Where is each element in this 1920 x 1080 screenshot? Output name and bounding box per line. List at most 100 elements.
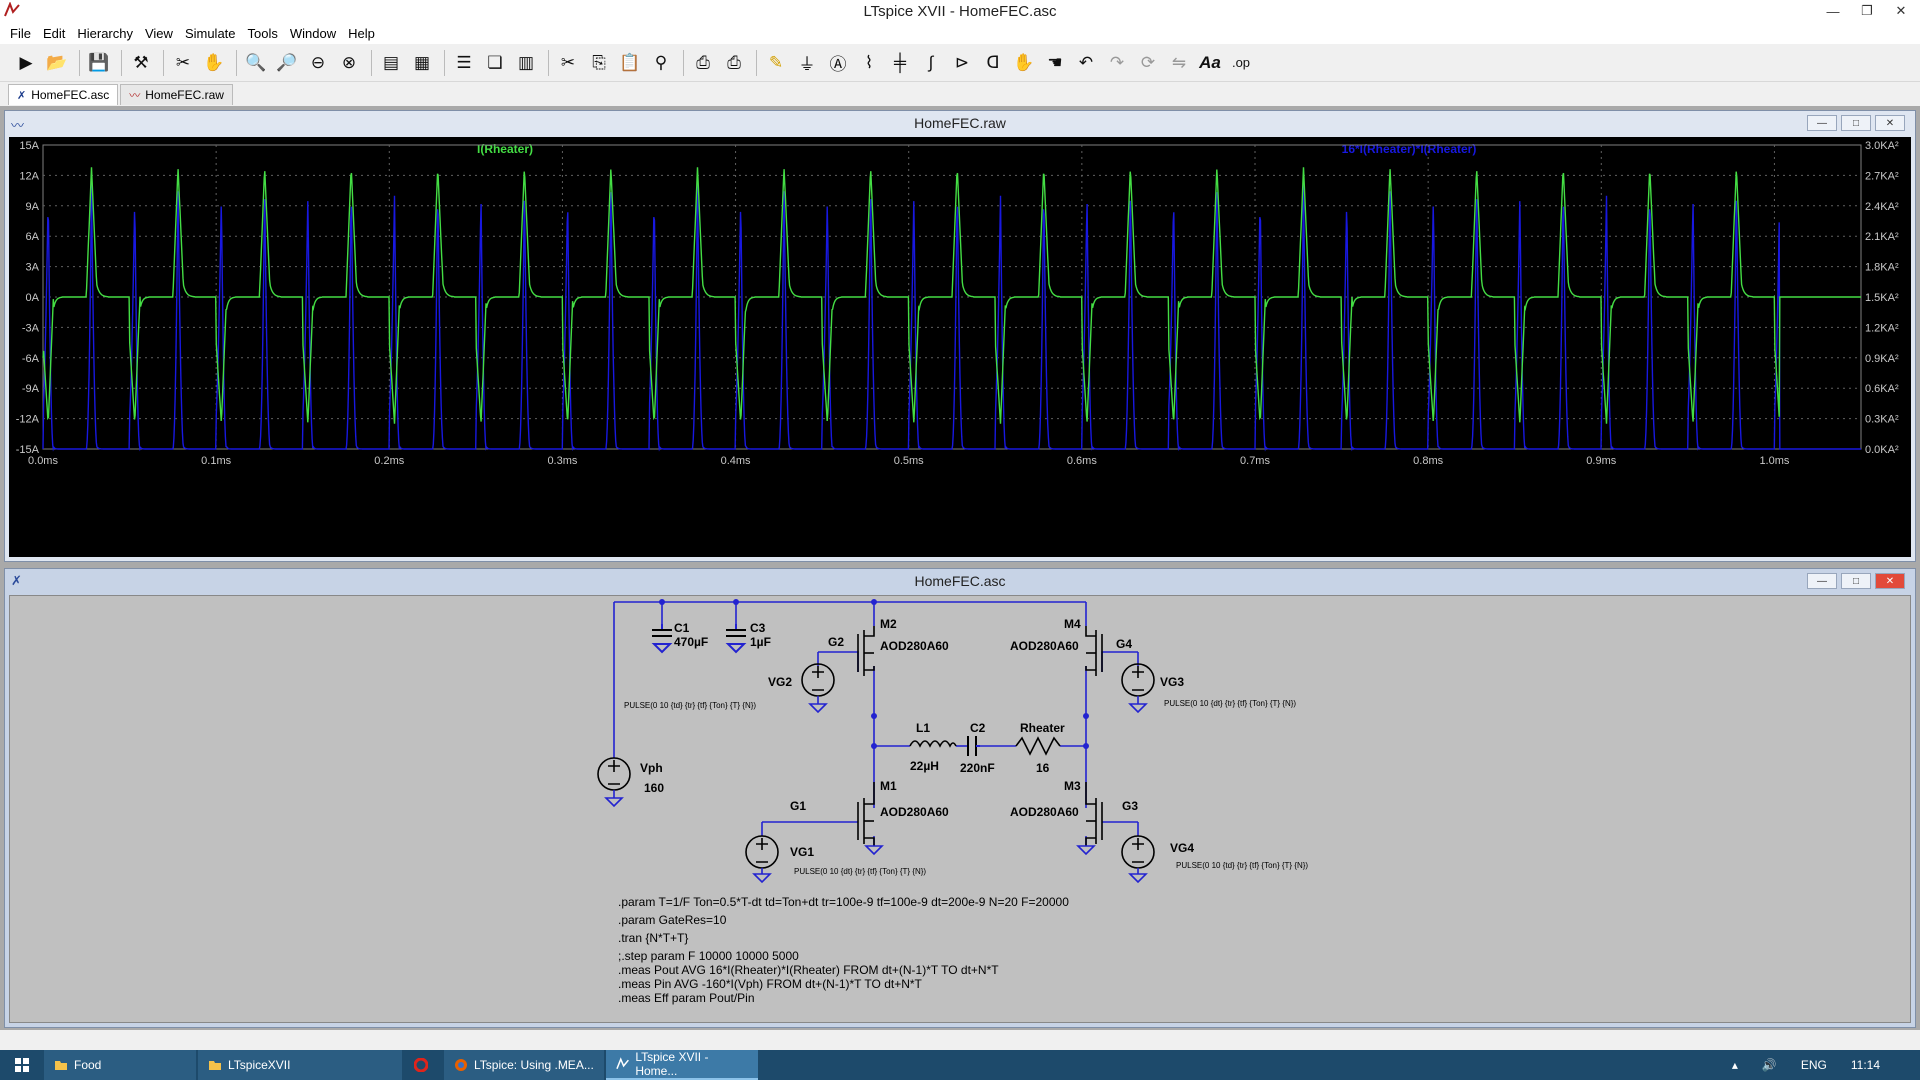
waveform-minimize-button[interactable]: — [1807, 115, 1837, 131]
inductor-l1[interactable] [909, 740, 957, 748]
label-c2-name[interactable]: C2 [970, 721, 986, 735]
rotate-icon[interactable]: ⟳ [1134, 49, 1162, 77]
label-l1-name[interactable]: L1 [916, 721, 930, 735]
menu-file[interactable]: File [4, 26, 37, 41]
mirror-icon[interactable]: ⇋ [1165, 49, 1193, 77]
taskbar-item-firefox[interactable]: LTspice: Using .MEA... [444, 1050, 604, 1080]
schematic-maximize-button[interactable]: □ [1841, 573, 1871, 589]
volume-icon[interactable]: 🔊 [1762, 1058, 1777, 1072]
close-button[interactable]: ✕ [1884, 0, 1918, 22]
label-vg1-value[interactable]: PULSE(0 10 {dt} {tr} {tf} {Ton} {T} {N}) [794, 867, 926, 876]
label-vph-name[interactable]: Vph [640, 761, 663, 775]
zoom-in-icon[interactable]: 🔍 [242, 49, 270, 77]
mosfet-m3[interactable] [1085, 782, 1103, 846]
menu-edit[interactable]: Edit [37, 26, 71, 41]
menu-simulate[interactable]: Simulate [179, 26, 242, 41]
zoom-out-icon[interactable]: 🔎 [273, 49, 301, 77]
pan-hand-icon[interactable]: ✋ [200, 49, 228, 77]
label-g2[interactable]: G2 [828, 635, 844, 649]
tray-overflow-icon[interactable]: ▴ [1732, 1058, 1738, 1072]
grid-icon[interactable]: ▦ [408, 49, 436, 77]
halt-icon[interactable]: ✂ [169, 49, 197, 77]
zoom-back-icon[interactable]: ⊖ [304, 49, 332, 77]
voltage-source-vg2[interactable] [801, 663, 835, 704]
menu-window[interactable]: Window [284, 26, 342, 41]
voltage-source-vg4[interactable] [1121, 835, 1155, 874]
label-m4-name[interactable]: M4 [1064, 617, 1081, 631]
label-vg3[interactable]: VG3 [1160, 675, 1184, 689]
resistor-icon[interactable]: ⌇ [855, 49, 883, 77]
mosfet-m2[interactable] [857, 626, 875, 676]
ltspice-app-icon[interactable] [4, 2, 20, 18]
capacitor-c3[interactable] [725, 624, 747, 654]
voltage-source-vg1[interactable] [745, 835, 779, 874]
restore-button[interactable]: ❐ [1850, 0, 1884, 22]
label-g3[interactable]: G3 [1122, 799, 1138, 813]
label-vg2-value[interactable]: PULSE(0 10 {td} {tr} {tf} {Ton} {T} {N}) [624, 701, 756, 710]
label-m2-name[interactable]: M2 [880, 617, 897, 631]
label-l1-value[interactable]: 22µH [910, 759, 939, 773]
control-panel-icon[interactable]: ⚒ [127, 49, 155, 77]
taskbar-item-ltspicexvii-folder[interactable]: LTspiceXVII [198, 1050, 402, 1080]
inductor-icon[interactable]: ∫ [917, 49, 945, 77]
print-icon[interactable]: ⎙ [689, 49, 717, 77]
spice-directive-icon[interactable]: .op [1227, 49, 1255, 77]
trace-label-current[interactable]: I(Rheater) [477, 142, 533, 156]
run-icon[interactable]: ▶ [12, 49, 40, 77]
component-icon[interactable]: ᗡ [979, 49, 1007, 77]
undo-icon[interactable]: ↶ [1072, 49, 1100, 77]
zoom-fit-icon[interactable]: ⊗ [335, 49, 363, 77]
label-c1-value[interactable]: 470µF [674, 635, 708, 649]
print-preview-icon[interactable]: ⎙ [720, 49, 748, 77]
menu-tools[interactable]: Tools [242, 26, 284, 41]
spice-directive[interactable]: .param T=1/F Ton=0.5*T-dt td=Ton+dt tr=1… [618, 895, 1069, 909]
paste-icon[interactable]: 📋 [616, 49, 644, 77]
resistor-rheater[interactable] [1015, 736, 1061, 756]
waveform-chart[interactable]: I(Rheater) 16*I(Rheater)*I(Rheater) 15A 3… [9, 137, 1911, 557]
minimize-button[interactable]: — [1816, 0, 1850, 22]
voltage-source-vph[interactable] [597, 757, 631, 798]
label-vph-value[interactable]: 160 [644, 781, 664, 795]
tab-schematic[interactable]: ✗ HomeFEC.asc [8, 84, 119, 105]
clock[interactable]: 11:14 [1851, 1058, 1880, 1072]
open-icon[interactable]: 📂 [43, 49, 71, 77]
taskbar-item-opera[interactable] [404, 1050, 444, 1080]
mosfet-m4[interactable] [1085, 626, 1103, 676]
label-vg1[interactable]: VG1 [790, 845, 814, 859]
label-vg4[interactable]: VG4 [1170, 841, 1194, 855]
schematic-close-button[interactable]: ✕ [1875, 573, 1905, 589]
find-icon[interactable]: ⚲ [647, 49, 675, 77]
label-c1-name[interactable]: C1 [674, 621, 690, 635]
label-vg2[interactable]: VG2 [768, 675, 792, 689]
label-m3-value[interactable]: AOD280A60 [1010, 805, 1079, 819]
language-indicator[interactable]: ENG [1801, 1058, 1827, 1072]
label-vg4-value[interactable]: PULSE(0 10 {td} {tr} {tf} {Ton} {T} {N}) [1176, 861, 1308, 870]
mosfet-m1[interactable] [857, 782, 875, 846]
capacitor-c2[interactable] [967, 736, 980, 756]
waveform-maximize-button[interactable]: □ [1841, 115, 1871, 131]
menu-help[interactable]: Help [342, 26, 381, 41]
label-m1-value[interactable]: AOD280A60 [880, 805, 949, 819]
label-g1[interactable]: G1 [790, 799, 806, 813]
taskbar-item-ltspice[interactable]: LTspice XVII - Home... [606, 1050, 758, 1080]
spice-directive[interactable]: .meas Pout AVG 16*I(Rheater)*I(Rheater) … [618, 963, 999, 977]
waveform-plot-area[interactable]: I(Rheater) 16*I(Rheater)*I(Rheater) 15A 3… [9, 137, 1911, 557]
move-icon[interactable]: ✋ [1010, 49, 1038, 77]
waveform-close-button[interactable]: ✕ [1875, 115, 1905, 131]
capacitor-c1[interactable] [651, 624, 673, 654]
menu-hierarchy[interactable]: Hierarchy [71, 26, 139, 41]
tile-horizontal-icon[interactable]: ☰ [450, 49, 478, 77]
label-g4[interactable]: G4 [1116, 637, 1132, 651]
drag-icon[interactable]: ☚ [1041, 49, 1069, 77]
label-m2-value[interactable]: AOD280A60 [880, 639, 949, 653]
text-icon[interactable]: Aa [1196, 49, 1224, 77]
voltage-source-vg3[interactable] [1121, 663, 1155, 704]
label-m4-value[interactable]: AOD280A60 [1010, 639, 1079, 653]
diode-icon[interactable]: ⊳ [948, 49, 976, 77]
trace-label-power[interactable]: 16*I(Rheater)*I(Rheater) [1342, 142, 1477, 156]
menu-view[interactable]: View [139, 26, 179, 41]
schematic-canvas[interactable]: C1 470µF C3 1µF M2 AOD280A60 G2 VG2 M4 A… [9, 595, 1911, 1023]
spice-directive[interactable]: .param GateRes=10 [618, 913, 727, 927]
schematic-drawing[interactable]: C1 470µF C3 1µF M2 AOD280A60 G2 VG2 M4 A… [10, 596, 1912, 1024]
label-c3-name[interactable]: C3 [750, 621, 766, 635]
